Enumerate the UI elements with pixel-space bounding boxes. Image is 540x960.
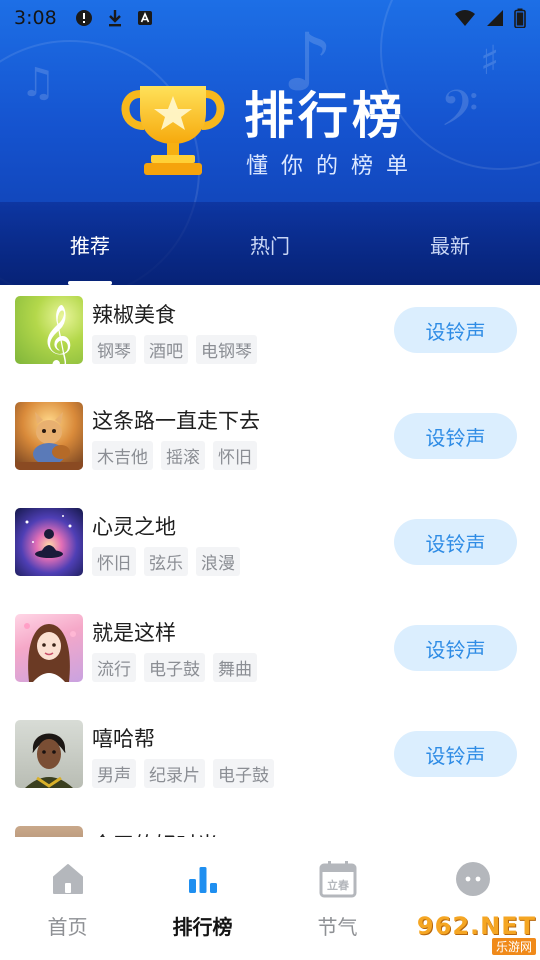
trophy-icon: [121, 86, 225, 175]
tab-latest[interactable]: 最新: [360, 202, 540, 285]
song-tag: 电钢琴: [196, 335, 257, 364]
status-time: 3:08: [14, 7, 57, 29]
app-notification-icon: [137, 11, 152, 25]
music-note-decoration: 𝄢: [440, 80, 479, 150]
song-cover-image: [15, 614, 83, 682]
banner-subtitle: 懂你的榜单: [246, 154, 422, 179]
song-title: 辣椒美食: [92, 303, 176, 327]
song-title: 心灵之地: [92, 515, 176, 539]
list-item[interactable]: 就是这样 流行 电子鼓 舞曲 设铃声: [0, 603, 540, 709]
song-tag: 电子鼓: [144, 653, 205, 682]
signal-icon: [487, 10, 503, 26]
song-tag: 浪漫: [196, 547, 240, 576]
song-tag: 怀旧: [213, 441, 257, 470]
nav-label: 首页: [47, 915, 88, 939]
nav-ranking[interactable]: 排行榜: [135, 837, 270, 960]
song-tag: 钢琴: [92, 335, 136, 364]
nav-label: 排行榜: [172, 915, 233, 939]
watermark-logo: 962.NET 乐游网: [402, 911, 536, 955]
song-tag: 纪录片: [144, 759, 205, 788]
face-icon: [453, 859, 493, 899]
banner-title: 排行榜: [244, 87, 406, 145]
download-icon: [108, 10, 121, 27]
tab-hot[interactable]: 热门: [180, 202, 360, 285]
song-tag: 弦乐: [144, 547, 188, 576]
nav-label: 节气: [317, 915, 358, 939]
tab-label: 最新: [430, 234, 470, 258]
nav-home[interactable]: 首页: [0, 837, 135, 960]
ranking-icon: [183, 859, 223, 899]
alert-icon: [75, 10, 92, 26]
song-cover-image: 𝄞: [15, 296, 83, 364]
song-tag: 男声: [92, 759, 136, 788]
calendar-icon: 立春: [318, 859, 358, 899]
song-tags: 流行 电子鼓 舞曲: [92, 653, 257, 682]
list-item[interactable]: 𝄞 辣椒美食 钢琴 酒吧 电钢琴 设铃声: [0, 285, 540, 391]
song-tag: 怀旧: [92, 547, 136, 576]
watermark-text: 962.NET: [416, 911, 536, 940]
status-bar: 3:08: [0, 0, 540, 36]
set-ringtone-button[interactable]: 设铃声: [394, 519, 517, 565]
set-ringtone-button[interactable]: 设铃声: [394, 307, 517, 353]
tab-label: 热门: [250, 234, 290, 258]
header-banner: ♪ ♯ 𝄢 ♫ 3:08 排行榜 懂你的榜单 推荐 热门 最新: [0, 0, 540, 285]
watermark-subtext: 乐游网: [491, 937, 536, 955]
music-note-decoration: ♫: [20, 60, 56, 106]
song-tag: 酒吧: [144, 335, 188, 364]
wifi-icon: [455, 10, 475, 26]
battery-icon: [514, 8, 526, 28]
song-tags: 钢琴 酒吧 电钢琴: [92, 335, 257, 364]
song-list: 𝄞 辣椒美食 钢琴 酒吧 电钢琴 设铃声 这条路一直走下去 木吉他 摇滚 怀旧 …: [0, 285, 540, 837]
song-title: 今天的好时光: [92, 829, 218, 837]
tab-recommended[interactable]: 推荐: [0, 202, 180, 285]
list-item[interactable]: 这条路一直走下去 木吉他 摇滚 怀旧 设铃声: [0, 391, 540, 497]
song-tags: 木吉他 摇滚 怀旧: [92, 441, 257, 470]
svg-text:𝄞: 𝄞: [41, 304, 73, 364]
list-item[interactable]: 心灵之地 怀旧 弦乐 浪漫 设铃声: [0, 497, 540, 603]
list-item[interactable]: 嘻哈帮 男声 纪录片 电子鼓 设铃声: [0, 709, 540, 815]
song-tag: 木吉他: [92, 441, 153, 470]
tab-label: 推荐: [70, 234, 110, 258]
calendar-icon-text: 立春: [327, 878, 350, 892]
set-ringtone-button[interactable]: 设铃声: [394, 625, 517, 671]
song-cover-image: [15, 826, 83, 837]
song-tag: 流行: [92, 653, 136, 682]
home-icon: [48, 859, 88, 899]
song-title: 就是这样: [92, 621, 176, 645]
song-title: 这条路一直走下去: [92, 409, 260, 433]
set-ringtone-button[interactable]: 设铃声: [394, 413, 517, 459]
song-tags: 男声 纪录片 电子鼓: [92, 759, 274, 788]
song-tags: 怀旧 弦乐 浪漫: [92, 547, 240, 576]
song-cover-image: [15, 402, 83, 470]
song-tag: 舞曲: [213, 653, 257, 682]
song-title: 嘻哈帮: [92, 727, 155, 751]
song-cover-image: [15, 720, 83, 788]
set-ringtone-button[interactable]: 设铃声: [394, 731, 517, 777]
song-tag: 电子鼓: [213, 759, 274, 788]
music-note-decoration: ♯: [480, 38, 500, 84]
song-cover-image: [15, 508, 83, 576]
nav-solar-terms[interactable]: 立春 节气: [270, 837, 405, 960]
song-tag: 摇滚: [161, 441, 205, 470]
tab-bar: 推荐 热门 最新: [0, 202, 540, 285]
list-item[interactable]: 今天的好时光: [0, 815, 540, 837]
